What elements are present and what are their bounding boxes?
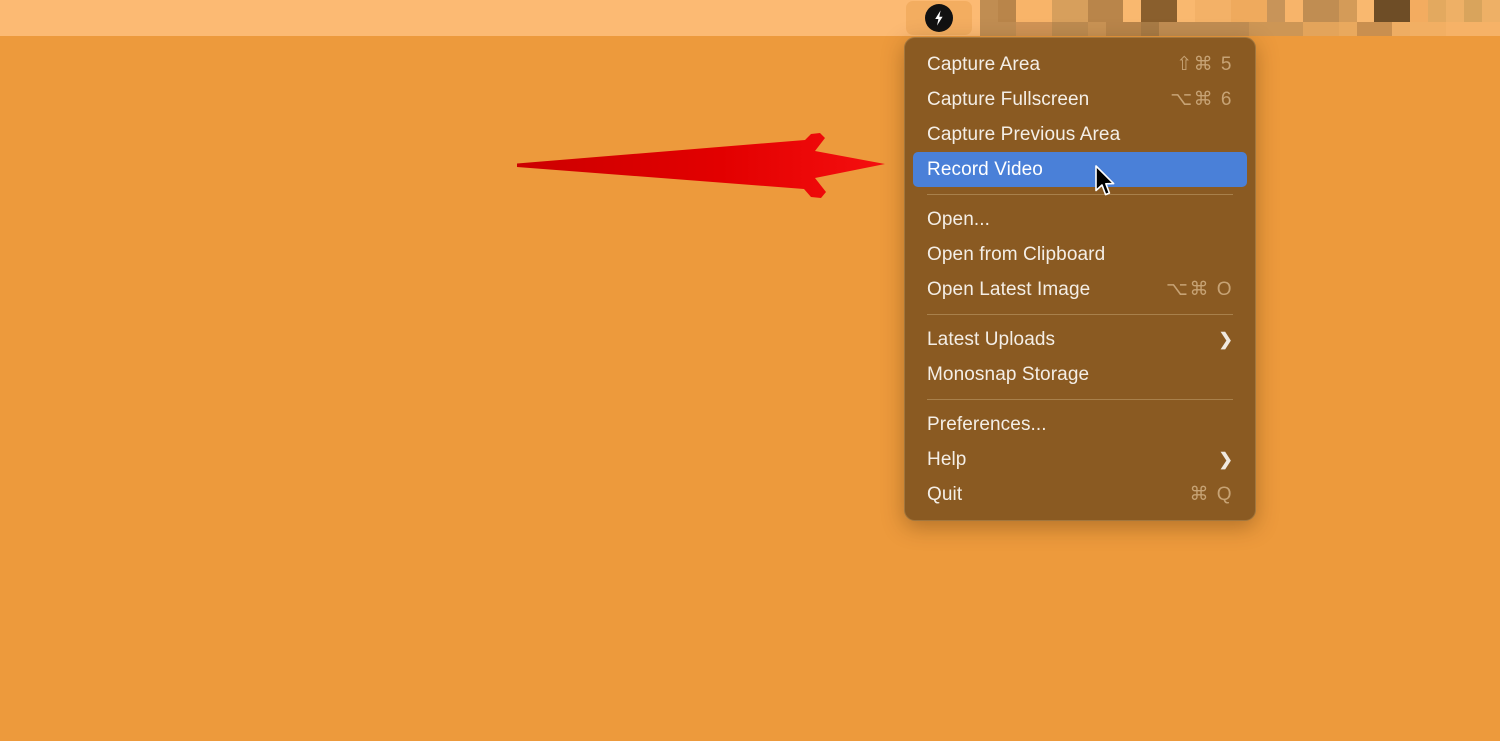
mosaic-block-r0-c6 (1088, 0, 1106, 22)
chevron-right-icon: ❯ (1219, 331, 1233, 348)
mosaic-block-r0-c5 (1070, 0, 1088, 22)
menu-item-label: Quit (927, 484, 962, 506)
mosaic-block-r0-c24 (1410, 0, 1428, 22)
menu-item-open-from-clipboard[interactable]: Open from Clipboard (913, 237, 1247, 272)
mosaic-block-r0-c11 (1177, 0, 1195, 22)
monosnap-dropdown-menu: Capture Area⇧⌘ 5Capture Fullscreen⌥⌘ 6Ca… (904, 37, 1256, 521)
mosaic-block-r0-c16 (1267, 0, 1285, 22)
mosaic-block-r1-c27 (1464, 22, 1482, 36)
mosaic-block-r0-c13 (1213, 0, 1231, 22)
monosnap-status-item[interactable] (906, 1, 972, 35)
mosaic-block-r0-c27 (1464, 0, 1482, 22)
menu-item-label: Record Video (927, 159, 1043, 181)
menu-item-label: Capture Previous Area (927, 124, 1120, 146)
screen-root: Capture Area⇧⌘ 5Capture Fullscreen⌥⌘ 6Ca… (0, 0, 1500, 741)
menu-item-capture-previous-area[interactable]: Capture Previous Area (913, 117, 1247, 152)
menu-item-capture-fullscreen[interactable]: Capture Fullscreen ⌥⌘ 6 (913, 82, 1247, 117)
mosaic-block-r1-c19 (1321, 22, 1339, 36)
mosaic-block-r1-c8 (1123, 22, 1141, 36)
mosaic-block-r0-c0 (980, 0, 998, 22)
mosaic-block-r1-c13 (1213, 22, 1231, 36)
mosaic-block-r0-c21 (1357, 0, 1375, 22)
mosaic-block-r0-c26 (1446, 0, 1464, 22)
menu-separator (927, 314, 1233, 315)
mosaic-block-r1-c21 (1357, 22, 1375, 36)
mosaic-block-r1-c11 (1177, 22, 1195, 36)
mosaic-block-r1-c3 (1034, 22, 1052, 36)
mosaic-block-r1-c24 (1410, 22, 1428, 36)
menu-item-label: Capture Fullscreen (927, 89, 1089, 111)
mosaic-block-r1-c17 (1285, 22, 1303, 36)
mosaic-block-r0-c9 (1141, 0, 1159, 22)
desktop-background (0, 36, 1500, 741)
mosaic-block-r1-c12 (1195, 22, 1213, 36)
mosaic-block-r1-c26 (1446, 22, 1464, 36)
mosaic-block-r1-c10 (1159, 22, 1177, 36)
mosaic-block-r0-c22 (1374, 0, 1392, 22)
mosaic-block-r0-c10 (1159, 0, 1177, 22)
mosaic-block-r1-c7 (1106, 22, 1124, 36)
menu-item-quit[interactable]: Quit ⌘ Q (913, 477, 1247, 512)
menu-item-record-video[interactable]: Record Video (913, 152, 1247, 187)
menu-item-label: Monosnap Storage (927, 364, 1089, 386)
mosaic-block-r0-c15 (1249, 0, 1267, 22)
menu-item-shortcut: ⌥⌘ 6 (1170, 88, 1233, 111)
mosaic-block-r0-c20 (1339, 0, 1357, 22)
menu-bar-empty-area (0, 0, 905, 36)
mosaic-block-r0-c1 (998, 0, 1016, 22)
menu-item-shortcut: ⌥⌘ O (1166, 278, 1233, 301)
menu-item-label: Open Latest Image (927, 279, 1090, 301)
mosaic-block-r0-c19 (1321, 0, 1339, 22)
menu-item-open-latest-image[interactable]: Open Latest Image ⌥⌘ O (913, 272, 1247, 307)
mosaic-block-r1-c20 (1339, 22, 1357, 36)
menu-item-label: Latest Uploads (927, 329, 1055, 351)
mosaic-block-r1-c14 (1231, 22, 1249, 36)
mosaic-block-r0-c7 (1106, 0, 1124, 22)
mosaic-block-r0-c14 (1231, 0, 1249, 22)
chevron-right-icon: ❯ (1219, 451, 1233, 468)
menu-item-label: Open... (927, 209, 990, 231)
mosaic-block-r1-c4 (1052, 22, 1070, 36)
mosaic-block-r0-c18 (1303, 0, 1321, 22)
menu-item-capture-area[interactable]: Capture Area ⇧⌘ 5 (913, 47, 1247, 82)
mosaic-block-r0-c8 (1123, 0, 1141, 22)
mosaic-block-r0-c12 (1195, 0, 1213, 22)
mosaic-block-r1-c23 (1392, 22, 1410, 36)
mosaic-block-r1-c5 (1070, 22, 1088, 36)
menu-item-shortcut: ⇧⌘ 5 (1176, 53, 1233, 76)
mosaic-block-r1-c1 (998, 22, 1016, 36)
mosaic-block-r1-c15 (1249, 22, 1267, 36)
menu-item-monosnap-storage[interactable]: Monosnap Storage (913, 357, 1247, 392)
mosaic-block-r1-c2 (1016, 22, 1034, 36)
mosaic-block-r1-c0 (980, 22, 998, 36)
mosaic-block-r0-c2 (1016, 0, 1034, 22)
mosaic-block-r1-c16 (1267, 22, 1285, 36)
mosaic-block-r1-c9 (1141, 22, 1159, 36)
mosaic-block-r1-c28 (1482, 22, 1500, 36)
menu-item-open[interactable]: Open... (913, 202, 1247, 237)
mosaic-block-r0-c25 (1428, 0, 1446, 22)
mosaic-block-r1-c22 (1374, 22, 1392, 36)
menu-item-label: Preferences... (927, 414, 1047, 436)
monosnap-bolt-icon (925, 4, 953, 32)
menu-item-help[interactable]: Help ❯ (913, 442, 1247, 477)
menu-item-preferences[interactable]: Preferences... (913, 407, 1247, 442)
mosaic-block-r0-c23 (1392, 0, 1410, 22)
menu-item-label: Help (927, 449, 966, 471)
menu-item-label: Capture Area (927, 54, 1040, 76)
macos-menu-bar (0, 0, 1500, 36)
menu-separator (927, 194, 1233, 195)
mosaic-block-r1-c18 (1303, 22, 1321, 36)
menu-item-latest-uploads[interactable]: Latest Uploads ❯ (913, 322, 1247, 357)
censored-menu-bar-items (980, 0, 1500, 36)
mosaic-block-r0-c28 (1482, 0, 1500, 22)
mosaic-block-r0-c4 (1052, 0, 1070, 22)
mosaic-block-r0-c3 (1034, 0, 1052, 22)
menu-item-shortcut: ⌘ Q (1189, 483, 1233, 506)
menu-separator (927, 399, 1233, 400)
mosaic-block-r1-c25 (1428, 22, 1446, 36)
mosaic-block-r1-c6 (1088, 22, 1106, 36)
menu-item-label: Open from Clipboard (927, 244, 1105, 266)
mosaic-block-r0-c17 (1285, 0, 1303, 22)
